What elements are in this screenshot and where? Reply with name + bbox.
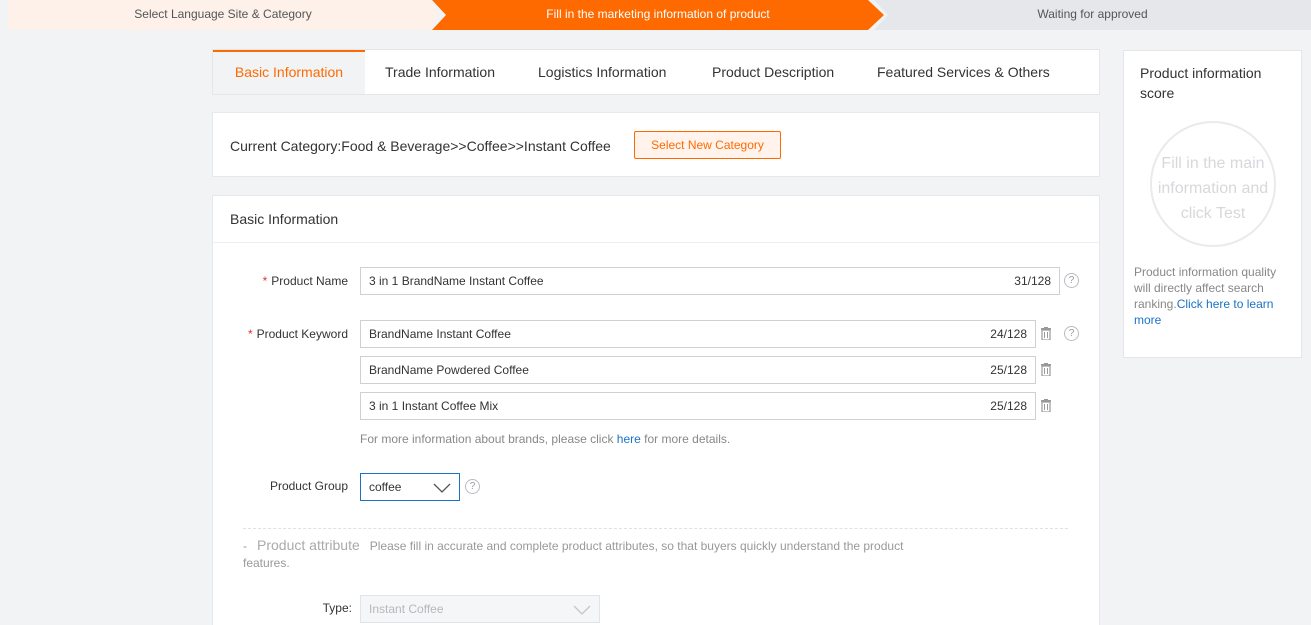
trash-icon[interactable]: [1040, 327, 1052, 340]
step-select-category: Select Language Site & Category: [8, 0, 438, 30]
attribute-title: Product attribute: [257, 537, 360, 553]
score-placeholder-text: Fill in the main information and click T…: [1157, 155, 1269, 222]
input-value: BrandName Instant Coffee: [369, 327, 511, 341]
tab-featured-services[interactable]: Featured Services & Others: [877, 50, 1050, 94]
brand-info-link[interactable]: here: [617, 432, 641, 446]
tab-product-description[interactable]: Product Description: [712, 50, 834, 94]
divider: [243, 528, 1068, 529]
select-value: coffee: [369, 480, 402, 494]
select-new-category-button[interactable]: Select New Category: [634, 131, 781, 159]
score-description: Product information quality will directl…: [1134, 264, 1294, 328]
required-mark: *: [247, 327, 253, 341]
score-ring: Fill in the main information and click T…: [1150, 121, 1276, 247]
char-counter: 25/128: [990, 363, 1027, 377]
label-text: Product Keyword: [256, 327, 348, 341]
product-info-score-panel: Product information score Fill in the ma…: [1123, 50, 1302, 358]
product-keyword-label: * Product Keyword: [230, 327, 348, 341]
section-tabs: Basic Information Trade Information Logi…: [212, 49, 1100, 95]
keyword-input-1[interactable]: BrandName Instant Coffee 24/128: [360, 320, 1036, 348]
tab-trade-information[interactable]: Trade Information: [385, 50, 495, 94]
select-value: Instant Coffee: [369, 602, 444, 616]
step-marketing-info: Fill in the marketing information of pro…: [432, 0, 884, 30]
attribute-collapse-mark[interactable]: -: [243, 539, 247, 553]
char-counter: 31/128: [1014, 274, 1051, 288]
hint-text: For more information about brands, pleas…: [360, 432, 617, 446]
required-mark: *: [262, 274, 268, 288]
product-attribute-section: - Product attribute Please fill in accur…: [243, 537, 943, 572]
category-card: Current Category:Food & Beverage>>Coffee…: [212, 112, 1100, 177]
brand-hint: For more information about brands, pleas…: [360, 432, 730, 446]
product-name-input[interactable]: 3 in 1 BrandName Instant Coffee 31/128: [360, 267, 1060, 295]
card-header: Basic Information: [213, 196, 1099, 243]
product-group-label: Product Group: [269, 479, 348, 493]
card-title: Basic Information: [230, 211, 339, 227]
hint-text: for more details.: [640, 432, 731, 446]
step-label: Waiting for approved: [1037, 7, 1148, 21]
help-icon[interactable]: ?: [1064, 326, 1079, 341]
input-value: 3 in 1 BrandName Instant Coffee: [369, 274, 544, 288]
current-category: Current Category:Food & Beverage>>Coffee…: [230, 138, 611, 154]
step-waiting-approval: Waiting for approved: [874, 0, 1311, 30]
product-name-label: * Product Name: [230, 274, 348, 288]
type-label: Type:: [322, 601, 352, 615]
input-value: 3 in 1 Instant Coffee Mix: [369, 399, 499, 413]
step-label: Fill in the marketing information of pro…: [546, 7, 770, 21]
char-counter: 24/128: [990, 327, 1027, 341]
char-counter: 25/128: [990, 399, 1027, 413]
chevron-down-icon: [573, 605, 591, 615]
score-title: Product information score: [1140, 65, 1262, 101]
keyword-input-2[interactable]: BrandName Powdered Coffee 25/128: [360, 356, 1036, 384]
keyword-input-3[interactable]: 3 in 1 Instant Coffee Mix 25/128: [360, 392, 1036, 420]
step-label: Select Language Site & Category: [134, 7, 312, 21]
chevron-down-icon: [433, 483, 451, 493]
tab-basic-information[interactable]: Basic Information: [213, 50, 365, 94]
tab-logistics-information[interactable]: Logistics Information: [538, 50, 666, 94]
label-text: Product Name: [271, 274, 348, 288]
trash-icon[interactable]: [1040, 363, 1052, 376]
help-icon[interactable]: ?: [1064, 273, 1079, 288]
trash-icon[interactable]: [1040, 399, 1052, 412]
progress-steps: Select Language Site & Category Fill in …: [8, 0, 1311, 30]
input-value: BrandName Powdered Coffee: [369, 363, 529, 377]
product-group-select[interactable]: coffee: [360, 473, 460, 501]
help-icon[interactable]: ?: [465, 479, 480, 494]
type-select: Instant Coffee: [360, 595, 600, 623]
